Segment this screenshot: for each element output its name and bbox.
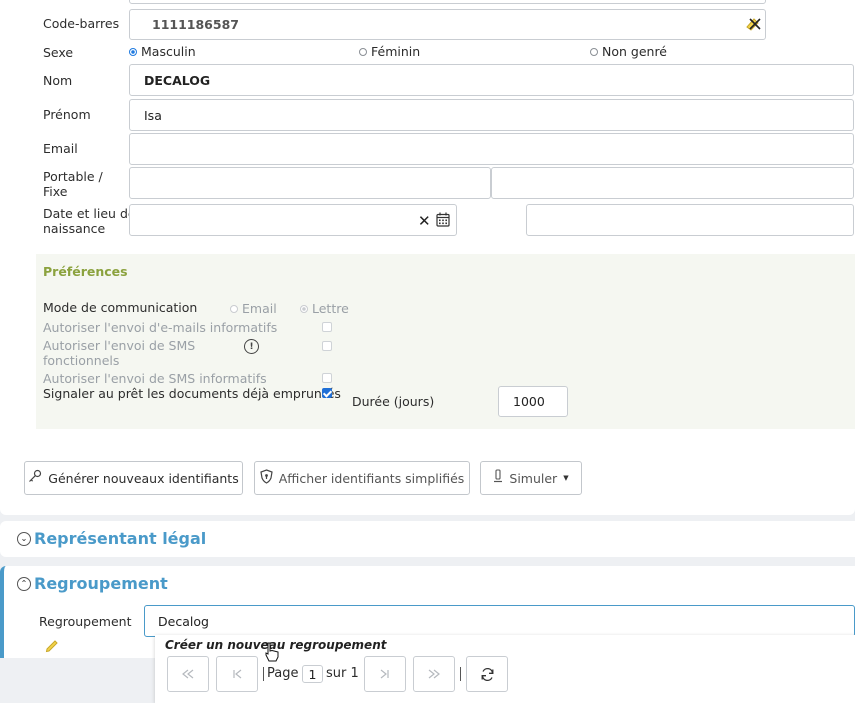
double-right-icon (428, 669, 440, 679)
birth-label: Date et lieu de naissance (43, 206, 136, 236)
show-simplified-identifiers-button[interactable]: Afficher identifiants simplifiés (254, 461, 470, 495)
next-page-button[interactable] (364, 656, 406, 692)
page-total-label: sur 1 (326, 666, 359, 681)
sex-option-label: Non genré (602, 44, 667, 59)
grouping-input[interactable]: Decalog (144, 605, 855, 637)
duration-label: Durée (jours) (352, 394, 435, 409)
comm-option-label: Email (242, 301, 277, 316)
page-label: Page (267, 666, 299, 681)
email-label: Email (43, 141, 78, 156)
last-page-button[interactable] (413, 656, 455, 692)
firstname-label: Prénom (43, 107, 91, 122)
generate-identifiers-label: Générer nouveaux identifiants (48, 470, 239, 486)
comm-radio-email[interactable]: Email (230, 301, 277, 316)
legal-rep-header[interactable]: ⌄ Représentant légal (17, 529, 206, 548)
sex-option-label: Masculin (141, 44, 196, 59)
barcode-input[interactable]: 1111186587 (129, 9, 766, 40)
phone-label: Portable / Fixe (43, 169, 103, 199)
barcode-value: 1111186587 (152, 17, 239, 32)
step-left-icon (233, 669, 242, 679)
show-simplified-identifiers-label: Afficher identifiants simplifiés (278, 470, 465, 486)
calendar-icon[interactable] (436, 212, 450, 231)
duration-input[interactable]: 1000 (498, 386, 568, 417)
grouping-header[interactable]: ⌃ Regroupement (17, 574, 168, 593)
landline-phone-input[interactable] (491, 167, 854, 199)
pencil-icon[interactable] (44, 637, 60, 657)
simulate-button[interactable]: Simuler ▼ (480, 461, 582, 495)
caret-down-icon: ▼ (563, 474, 569, 482)
previous-page-button[interactable] (216, 656, 258, 692)
simulate-icon (493, 469, 503, 487)
page-number-input[interactable]: 1 (302, 665, 323, 683)
barcode-label: Code-barres (43, 16, 120, 31)
first-page-button[interactable] (167, 656, 209, 692)
refresh-icon (481, 667, 493, 681)
email-input[interactable] (129, 133, 854, 165)
grouping-title: Regroupement (34, 574, 168, 593)
sms-func-label: Autoriser l'envoi de SMS fonctionnels (43, 338, 195, 368)
refresh-button[interactable] (466, 656, 508, 692)
sms-info-checkbox[interactable] (322, 373, 332, 383)
comm-mode-label: Mode de communication (43, 300, 198, 315)
radio-dot (359, 47, 367, 56)
shield-icon (260, 468, 273, 488)
page-number-value: 1 (308, 666, 317, 682)
clear-barcode-icon[interactable] (744, 15, 762, 33)
info-icon[interactable]: ! (244, 339, 259, 354)
preferences-title: Préférences (43, 264, 128, 279)
step-right-icon (380, 669, 389, 679)
mouse-cursor-icon (264, 642, 280, 666)
duration-value: 1000 (513, 394, 545, 409)
simulate-label: Simuler (509, 470, 558, 486)
firstname-input[interactable]: Isa (129, 99, 854, 131)
sex-label: Sexe (43, 45, 74, 60)
radio-dot (300, 304, 308, 313)
pager-separator (263, 667, 264, 681)
radio-dot (590, 47, 598, 56)
signal-label: Signaler au prêt les documents déjà empr… (43, 386, 341, 401)
mobile-phone-input[interactable] (129, 167, 491, 199)
birth-place-input[interactable] (526, 204, 854, 236)
clear-date-icon[interactable]: ✕ (418, 214, 431, 229)
email-info-label: Autoriser l'envoi d'e-mails informatifs (43, 320, 278, 335)
generate-identifiers-button[interactable]: Générer nouveaux identifiants (24, 461, 243, 495)
previous-field-input[interactable] (129, 0, 766, 4)
phone-label-line1: Portable / (43, 169, 103, 184)
sex-option-label: Féminin (371, 44, 421, 59)
grouping-label: Regroupement (39, 614, 132, 629)
legal-rep-title: Représentant légal (34, 529, 207, 548)
radio-dot (230, 304, 238, 313)
sex-radio-feminin[interactable]: Féminin (359, 44, 420, 59)
signal-checkbox[interactable] (322, 388, 332, 398)
name-input[interactable]: DECALOG (129, 64, 854, 96)
key-icon (28, 469, 42, 487)
birth-label-line2: naissance (43, 221, 106, 236)
phone-label-line2: Fixe (43, 184, 68, 199)
grouping-input-value: Decalog (158, 613, 209, 629)
birth-label-line1: Date et lieu de (43, 206, 136, 221)
sms-func-label-line2: fonctionnels (43, 353, 120, 368)
double-left-icon (182, 669, 194, 679)
pager-separator (460, 667, 461, 681)
comm-radio-lettre[interactable]: Lettre (300, 301, 349, 316)
chevron-down-icon: ⌄ (17, 531, 31, 546)
name-value: DECALOG (144, 72, 211, 88)
sms-func-label-line1: Autoriser l'envoi de SMS (43, 338, 196, 353)
name-label: Nom (43, 73, 73, 88)
email-info-checkbox[interactable] (322, 322, 332, 332)
chevron-up-icon: ⌃ (17, 576, 31, 591)
radio-dot (129, 47, 137, 56)
firstname-value: Isa (144, 107, 162, 123)
sex-radio-masculin[interactable]: Masculin (129, 44, 196, 59)
comm-option-label: Lettre (312, 301, 349, 316)
sms-info-label: Autoriser l'envoi de SMS informatifs (43, 371, 267, 386)
birth-date-input[interactable] (129, 204, 457, 236)
sex-radio-non-genre[interactable]: Non genré (590, 44, 667, 59)
sms-func-checkbox[interactable] (322, 341, 332, 351)
